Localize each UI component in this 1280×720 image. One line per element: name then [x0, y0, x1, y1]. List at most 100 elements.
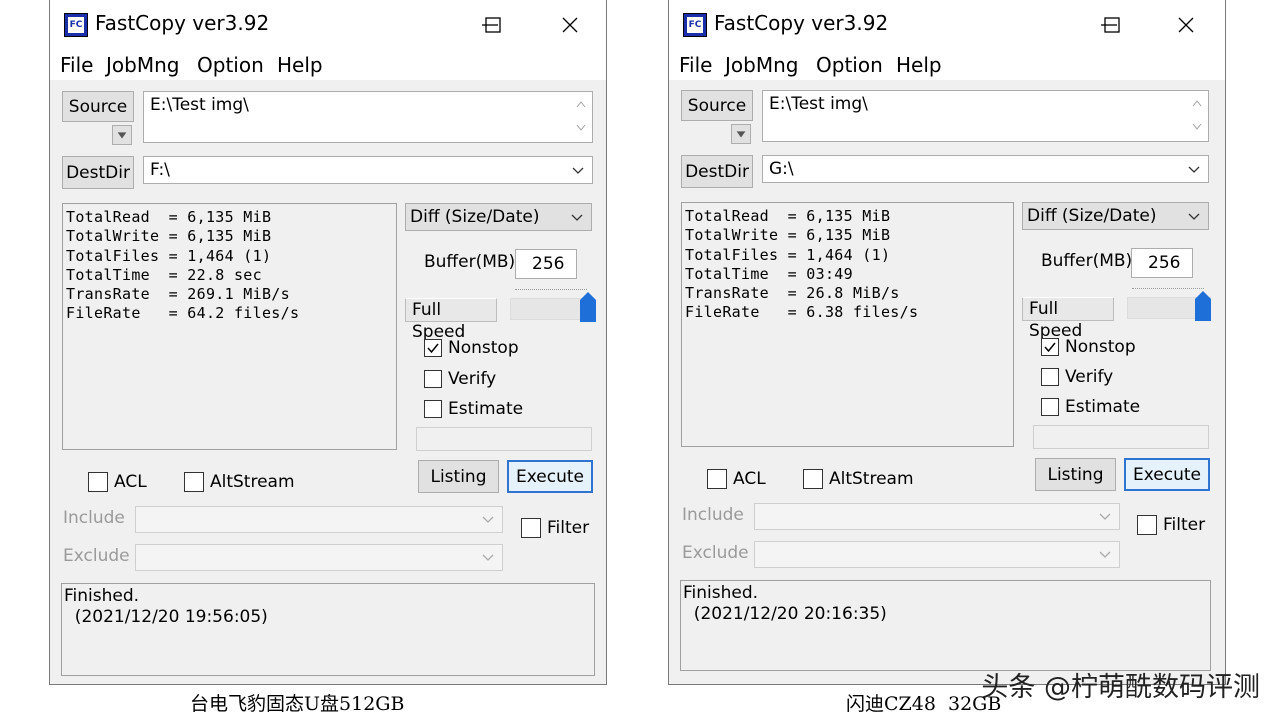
destdir-button[interactable]: DestDir	[681, 155, 753, 188]
filter-label: Filter	[1163, 515, 1206, 535]
buffer-input[interactable]: 256	[515, 249, 577, 279]
exclude-input[interactable]	[135, 544, 503, 571]
include-input[interactable]	[135, 506, 503, 533]
stat-total-read: TotalRead = 6,135 MiB	[685, 207, 891, 225]
app-icon: FC	[64, 13, 88, 37]
stat-total-time: TotalTime = 22.8 sec	[66, 265, 262, 284]
caption-left: 台电飞豹固态U盘512GB	[190, 693, 405, 715]
estimate-label: Estimate	[448, 399, 524, 419]
menu-jobmng[interactable]: JobMng	[725, 53, 798, 77]
source-dropdown-button[interactable]	[731, 124, 751, 144]
speed-slider-thumb[interactable]	[580, 292, 596, 322]
estimate-checkbox[interactable]: Estimate	[424, 399, 523, 419]
listing-button[interactable]: Listing	[418, 460, 499, 493]
speed-slider-thumb[interactable]	[1195, 291, 1211, 321]
speed-slider-ticks	[515, 289, 587, 294]
nonstop-label: Nonstop	[448, 338, 519, 358]
progress-bar	[416, 427, 592, 451]
menu-option[interactable]: Option	[816, 53, 883, 77]
stat-total-files: TotalFiles = 1,464 (1)	[685, 245, 891, 264]
chevron-down-icon	[482, 516, 494, 523]
source-path-field[interactable]: E:\Test img\	[762, 90, 1209, 142]
title-bar[interactable]: FC FastCopy ver3.92	[669, 0, 1225, 50]
log-panel: Finished. (2021/12/20 19:56:05)	[61, 583, 595, 676]
copy-mode-select[interactable]: Diff (Size/Date)	[1022, 202, 1209, 230]
fastcopy-window-left: FC FastCopy ver3.92 File JobMng Option H…	[49, 0, 607, 685]
copy-mode-value: Diff (Size/Date)	[1027, 206, 1157, 226]
source-button[interactable]: Source	[62, 91, 134, 122]
scroll-arrows-icon[interactable]	[574, 96, 588, 136]
menu-file[interactable]: File	[60, 53, 93, 77]
altstream-label: AltStream	[210, 472, 295, 492]
speed-label: Full Speed	[1022, 297, 1114, 341]
stat-trans-rate: TransRate = 269.1 MiB/s	[66, 285, 290, 304]
altstream-checkbox[interactable]: AltStream	[803, 469, 914, 489]
estimate-checkbox[interactable]: Estimate	[1041, 397, 1140, 417]
close-icon[interactable]	[1171, 10, 1201, 40]
speed-label: Full Speed	[405, 298, 497, 342]
maximize-icon[interactable]	[1097, 10, 1127, 40]
nonstop-label: Nonstop	[1065, 337, 1136, 357]
close-icon[interactable]	[555, 10, 585, 40]
window-title: FastCopy ver3.92	[714, 11, 889, 35]
destdir-path-value: G:\	[769, 159, 794, 179]
destdir-path-field[interactable]: G:\	[762, 155, 1209, 183]
nonstop-checkbox[interactable]: Nonstop	[424, 338, 519, 358]
verify-label: Verify	[448, 369, 497, 389]
window-title: FastCopy ver3.92	[95, 11, 270, 35]
verify-checkbox[interactable]: Verify	[1041, 367, 1113, 387]
menu-file[interactable]: File	[679, 53, 712, 77]
fastcopy-window-right: FC FastCopy ver3.92 File JobMng Option H…	[668, 0, 1226, 685]
include-label: Include	[682, 505, 744, 525]
altstream-checkbox[interactable]: AltStream	[184, 472, 295, 492]
source-path-value: E:\Test img\	[769, 94, 868, 114]
include-input[interactable]	[754, 503, 1120, 530]
menu-help[interactable]: Help	[896, 53, 942, 77]
stat-total-read: TotalRead = 6,135 MiB	[66, 208, 272, 226]
title-bar[interactable]: FC FastCopy ver3.92	[50, 0, 606, 50]
execute-button[interactable]: Execute	[1124, 458, 1210, 491]
exclude-input[interactable]	[754, 541, 1120, 568]
stat-total-write: TotalWrite = 6,135 MiB	[66, 227, 272, 246]
log-status: Finished.	[683, 583, 759, 603]
chevron-down-icon	[736, 131, 746, 138]
scroll-arrows-icon[interactable]	[1190, 95, 1204, 135]
execute-button[interactable]: Execute	[507, 460, 593, 493]
source-button[interactable]: Source	[681, 90, 753, 121]
source-path-value: E:\Test img\	[150, 95, 249, 115]
menu-jobmng[interactable]: JobMng	[106, 53, 179, 77]
filter-checkbox[interactable]: Filter	[1137, 515, 1205, 535]
nonstop-checkbox[interactable]: Nonstop	[1041, 337, 1136, 357]
acl-checkbox[interactable]: ACL	[88, 472, 147, 492]
chevron-down-icon	[572, 167, 584, 174]
menu-help[interactable]: Help	[277, 53, 323, 77]
filter-checkbox[interactable]: Filter	[521, 518, 589, 538]
verify-checkbox[interactable]: Verify	[424, 369, 496, 389]
verify-label: Verify	[1065, 367, 1114, 387]
listing-button[interactable]: Listing	[1035, 458, 1116, 491]
menu-bar: File JobMng Option Help	[669, 50, 1225, 80]
acl-checkbox[interactable]: ACL	[707, 469, 766, 489]
log-status: Finished.	[64, 586, 140, 606]
source-dropdown-button[interactable]	[112, 125, 132, 145]
buffer-label: Buffer(MB)	[1041, 251, 1133, 271]
speed-slider-ticks	[1132, 288, 1204, 293]
destdir-button[interactable]: DestDir	[62, 156, 134, 189]
maximize-icon[interactable]	[478, 10, 508, 40]
acl-label: ACL	[733, 469, 766, 489]
check-icon	[1044, 342, 1056, 353]
progress-bar	[1033, 425, 1209, 449]
acl-label: ACL	[114, 472, 147, 492]
destdir-path-field[interactable]: F:\	[143, 156, 593, 184]
stats-panel: TotalRead = 6,135 MiB TotalWrite = 6,135…	[681, 202, 1014, 447]
stat-file-rate: FileRate = 64.2 files/s	[66, 304, 300, 323]
estimate-label: Estimate	[1065, 397, 1141, 417]
altstream-label: AltStream	[829, 469, 914, 489]
source-path-field[interactable]: E:\Test img\	[143, 91, 593, 143]
buffer-input[interactable]: 256	[1131, 248, 1193, 278]
copy-mode-select[interactable]: Diff (Size/Date)	[405, 203, 592, 231]
watermark: 头条 @柠萌酰数码评测	[981, 672, 1260, 703]
check-icon	[427, 343, 439, 354]
menu-option[interactable]: Option	[197, 53, 264, 77]
chevron-down-icon	[1188, 166, 1200, 173]
